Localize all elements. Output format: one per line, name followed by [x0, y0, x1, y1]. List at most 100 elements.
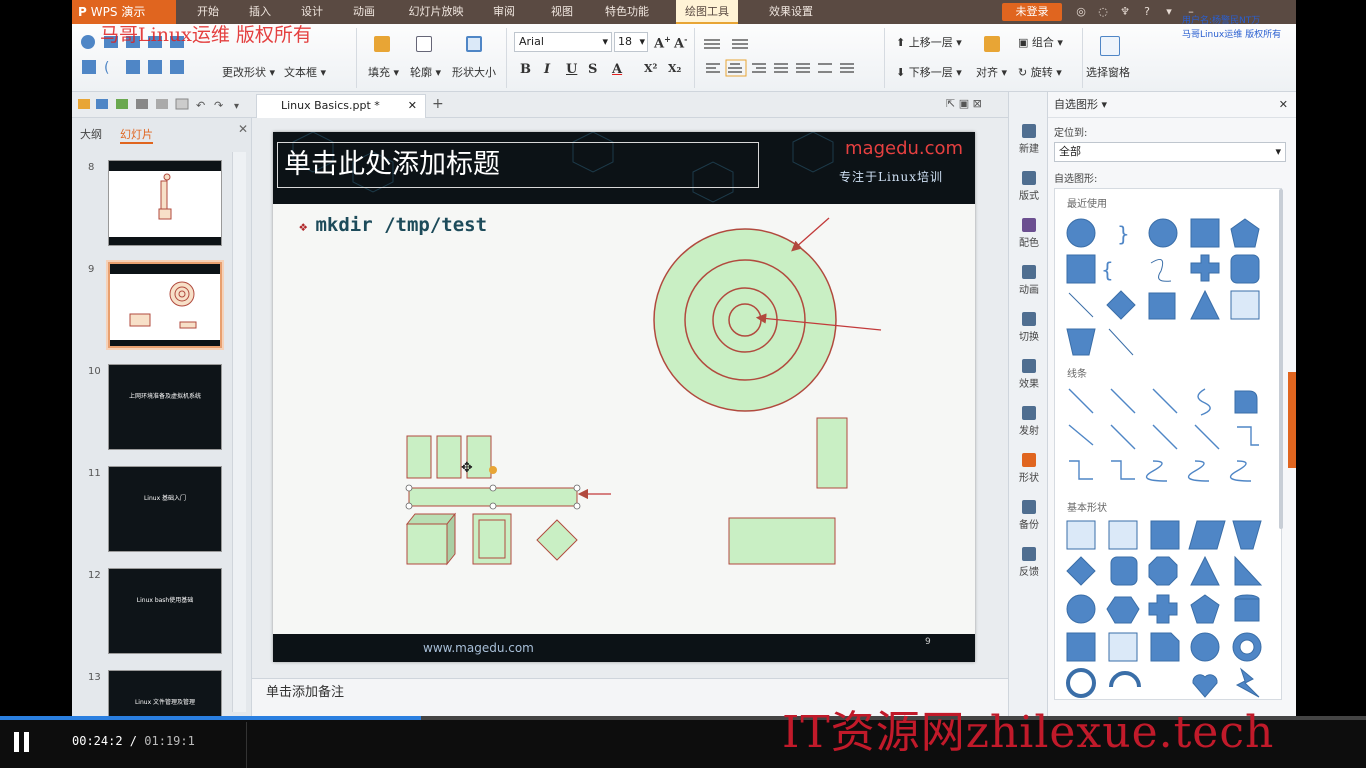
send-backward-button[interactable]: ⬇ 下移一层 ▾	[896, 64, 962, 80]
wps-logo-icon: P	[78, 5, 87, 19]
menu-item-special[interactable]: 特色功能	[598, 0, 656, 24]
slide-thumbnail[interactable]	[108, 160, 222, 246]
wide-rect	[728, 517, 836, 565]
slides-scrollbar[interactable]	[232, 152, 246, 712]
pane-icon	[1022, 124, 1036, 138]
bring-forward-button[interactable]: ⬆ 上移一层 ▾	[896, 34, 962, 50]
paragraph-tools[interactable]	[700, 34, 876, 84]
italic-button[interactable]: I	[544, 62, 550, 77]
document-tab[interactable]: Linux Basics.ppt * ✕	[256, 94, 426, 118]
underline-button[interactable]: U	[566, 62, 577, 77]
position-select[interactable]: 全部 ▾	[1054, 142, 1286, 162]
rotate-button[interactable]: ↻ 旋转 ▾	[1018, 64, 1062, 80]
slides-panel: 大纲 幻灯片 ✕ 8 9 10 上网环境准备及虚拟机系统 11 Linux 基础入门 12 L…	[72, 118, 252, 716]
pane-button[interactable]: 版式	[1009, 171, 1049, 202]
slide-thumbnail[interactable]	[108, 262, 222, 348]
gallery-scrollbar[interactable]	[1279, 189, 1283, 529]
close-panel-icon[interactable]: ✕	[1279, 92, 1288, 118]
slide-thumbnail[interactable]: 上网环境准备及虚拟机系统	[108, 364, 222, 450]
menu-item-view[interactable]: 视图	[542, 0, 582, 24]
superscript-button[interactable]: X²	[644, 62, 657, 75]
rotate-handle	[489, 466, 497, 474]
menu-item-effect-settings[interactable]: 效果设置	[760, 0, 822, 24]
tab-slides[interactable]: 幻灯片	[120, 126, 153, 144]
dropdown-icon[interactable]: ▾	[1162, 5, 1176, 19]
pause-button[interactable]	[14, 732, 32, 752]
menu-item-drawing-tools[interactable]: 绘图工具	[676, 0, 738, 24]
bold-button[interactable]: B	[520, 62, 531, 77]
cube-shape[interactable]	[405, 512, 457, 566]
slide-number: 11	[88, 468, 101, 479]
help-icon[interactable]: ?	[1140, 5, 1154, 19]
grow-font-button[interactable]: A+	[654, 34, 671, 51]
shape-icons[interactable]: } {	[1055, 189, 1277, 699]
thumbnail-preview	[109, 161, 221, 245]
page-number: 9	[925, 637, 931, 647]
change-shape-button[interactable]: 更改形状 ▾	[222, 64, 275, 80]
login-button[interactable]: 未登录	[1002, 3, 1062, 21]
slide-canvas[interactable]: 单击此处添加标题 magedu.com 专注于Linux培训 ❖ mkdir /t…	[273, 132, 975, 662]
watermark-user: 用户名:杨警民NT万 马哥Linux运维 版权所有	[1182, 16, 1282, 40]
tab-outline[interactable]: 大纲	[80, 126, 102, 142]
shape-size-button[interactable]: 形状大小	[452, 64, 496, 80]
pane-icon	[1022, 218, 1036, 232]
window-controls[interactable]: ⇱ ▣ ⊠	[946, 97, 982, 110]
slide-number: 13	[88, 672, 101, 683]
menu-item-slideshow[interactable]: 幻灯片放映	[400, 0, 472, 24]
font-color-button[interactable]: A	[612, 62, 622, 77]
small-box-2	[436, 435, 462, 479]
menu-item-animation[interactable]: 动画	[344, 0, 384, 24]
pane-button[interactable]: 切换	[1009, 312, 1049, 343]
menu-item-review[interactable]: 审阅	[484, 0, 524, 24]
pane-button[interactable]: 备份	[1009, 500, 1049, 531]
shirt-icon[interactable]: ♆	[1118, 5, 1132, 19]
strike-button[interactable]: S	[588, 62, 597, 77]
fill-button[interactable]: 填充 ▾	[368, 64, 399, 80]
shrink-font-button[interactable]: A-	[674, 34, 687, 51]
panel-title[interactable]: 自选图形 ▾ ✕	[1048, 92, 1296, 118]
small-box-1	[406, 435, 432, 479]
svg-text:}: }	[1117, 222, 1130, 246]
align-button[interactable]: 对齐 ▾	[976, 64, 1007, 80]
slide-thumbnail[interactable]: Linux bash使用基础	[108, 568, 222, 654]
target-circles[interactable]	[653, 228, 837, 412]
slide-number: 12	[88, 570, 101, 581]
panel-resize-handle[interactable]	[1288, 372, 1296, 468]
slide-thumbnail[interactable]: Linux 文件管理及管理	[108, 670, 222, 716]
pane-button[interactable]: 发射	[1009, 406, 1049, 437]
subscript-button[interactable]: X₂	[668, 62, 681, 75]
new-tab-icon[interactable]: +	[432, 96, 444, 112]
pane-button[interactable]: 反馈	[1009, 547, 1049, 578]
selection-pane-button[interactable]: 选择窗格	[1086, 64, 1130, 80]
close-tab-icon[interactable]: ✕	[408, 95, 417, 117]
font-size-select[interactable]: 18 ▾	[614, 32, 648, 52]
bevel-shape[interactable]	[472, 513, 512, 565]
slide-thumbnail[interactable]: Linux 基础入门	[108, 466, 222, 552]
pane-button[interactable]: 效果	[1009, 359, 1049, 390]
pane-button[interactable]: 新建	[1009, 124, 1049, 155]
pane-icon	[1022, 500, 1036, 514]
pane-label: 配色	[1019, 238, 1039, 249]
quick-access-toolbar[interactable]: ↶ ↷ ▾	[78, 97, 248, 113]
pane-icon	[1022, 171, 1036, 185]
feedback-icon[interactable]: ◌	[1096, 5, 1110, 19]
slide-footer-band: www.magedu.com 9	[273, 634, 975, 662]
pane-label: 发射	[1019, 426, 1039, 437]
outline-button[interactable]: 轮廓 ▾	[410, 64, 441, 80]
close-panel-icon[interactable]: ✕	[238, 122, 248, 136]
pane-button[interactable]: 形状	[1009, 453, 1049, 484]
skin-icon[interactable]: ◎	[1074, 5, 1088, 19]
pane-button[interactable]: 动画	[1009, 265, 1049, 296]
shape-gallery: 最近使用 线条 基本形状 } {	[1054, 188, 1283, 700]
footer-url: www.magedu.com	[423, 641, 534, 655]
pane-label: 反馈	[1019, 567, 1039, 578]
pane-label: 切换	[1019, 332, 1039, 343]
text-box-button[interactable]: 文本框 ▾	[284, 64, 326, 80]
slide-number: 8	[88, 162, 95, 173]
pane-button[interactable]: 配色	[1009, 218, 1049, 249]
font-family-select[interactable]: Arial ▾	[514, 32, 612, 52]
pane-label: 动画	[1019, 285, 1039, 296]
screen-frame: P WPS 演示 开始 插入 设计 动画 幻灯片放映 审阅 视图 特色功能 绘图工…	[0, 0, 1366, 768]
thumbnail-title: Linux 基础入门	[143, 495, 187, 502]
group-button[interactable]: ▣ 组合 ▾	[1018, 34, 1063, 50]
